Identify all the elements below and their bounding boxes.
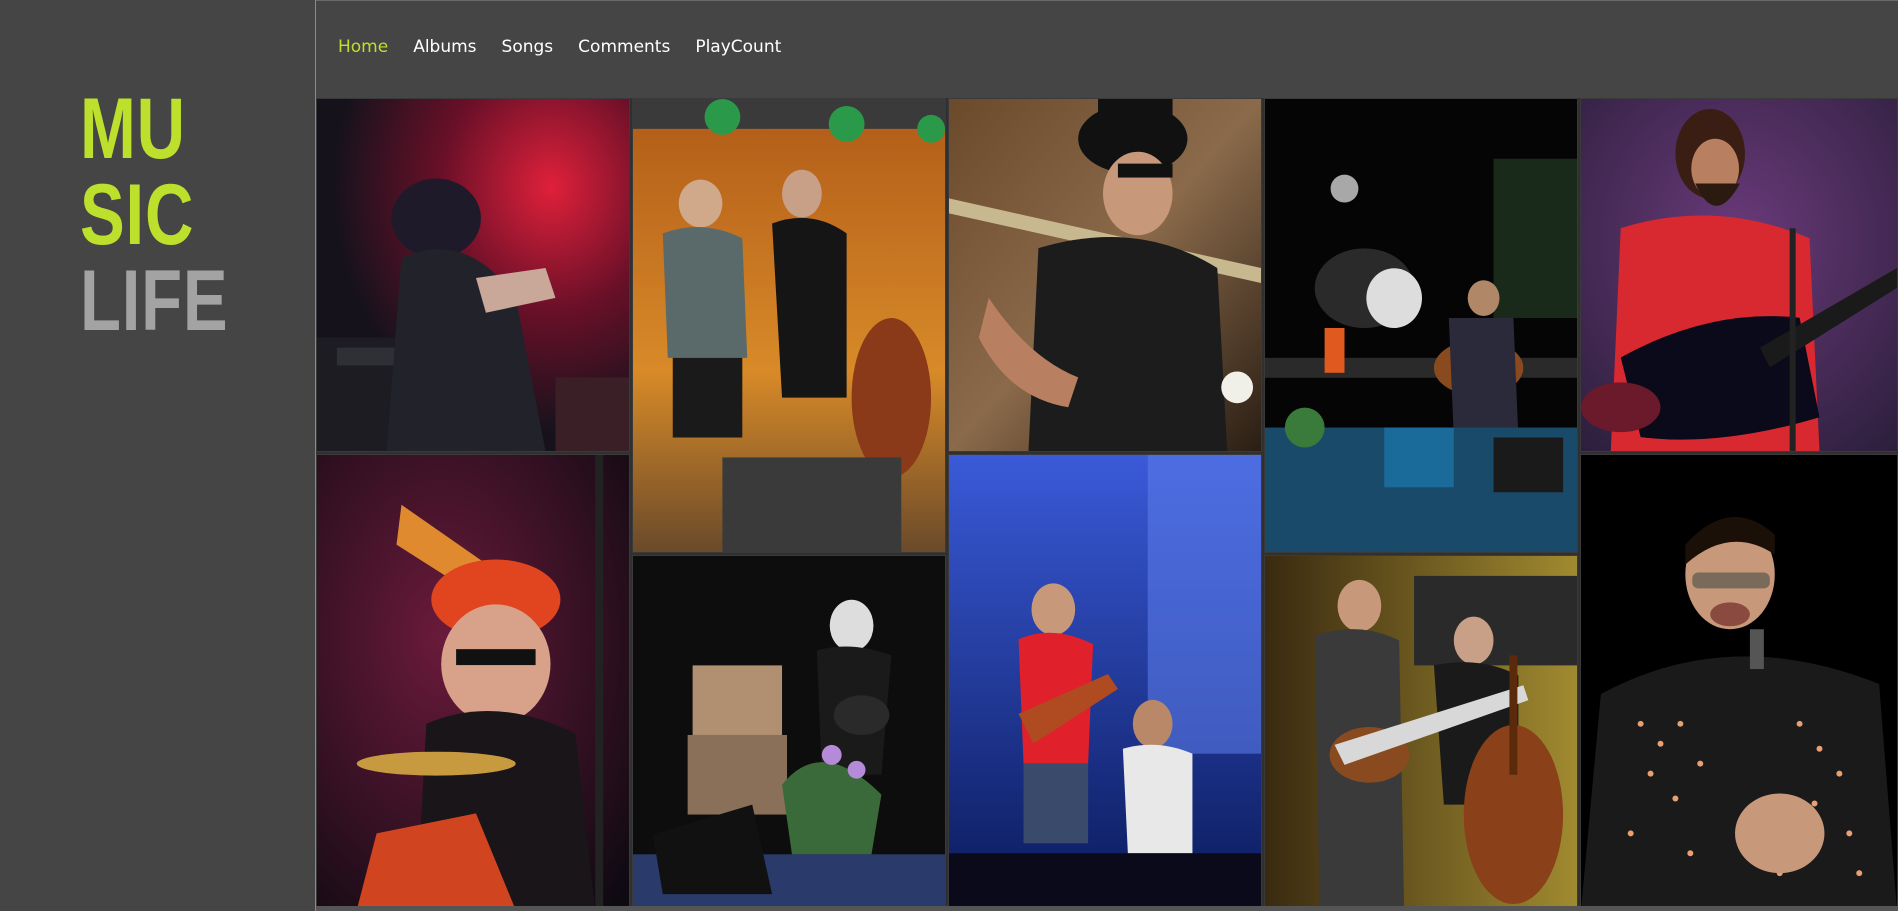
nav-songs-link[interactable]: Songs — [502, 37, 554, 57]
hat-singer-guitar-photo — [949, 99, 1261, 451]
singer-leather-jacket-red-stage-photo — [317, 99, 629, 451]
site-logo[interactable]: MU SIC LIFE — [80, 86, 228, 344]
logo-line-1: MU — [80, 81, 186, 177]
guitarist-white-hair-stage-photo — [633, 556, 945, 910]
nav-comments-link[interactable]: Comments — [578, 37, 670, 57]
gallery-bottom-edge — [316, 906, 1898, 911]
photo-tile-3[interactable] — [948, 98, 1262, 452]
nav-home-link[interactable]: Home — [338, 37, 388, 57]
photo-tile-6[interactable] — [316, 454, 630, 911]
nav-albums-link[interactable]: Albums — [413, 37, 476, 57]
photo-gallery — [316, 98, 1898, 911]
nav-playcount-link[interactable]: PlayCount — [695, 37, 781, 57]
sidebar: MU SIC LIFE — [0, 0, 316, 911]
photo-tile-10[interactable] — [1580, 454, 1898, 911]
red-shirt-guitarist-blue-curtain-photo — [949, 455, 1261, 910]
top-navigation-bar: Home Albums Songs Comments PlayCount — [316, 0, 1898, 98]
guitar-and-double-bass-duo-photo — [1265, 556, 1577, 910]
photo-tile-8[interactable] — [948, 454, 1262, 911]
photo-tile-5[interactable] — [1580, 98, 1898, 452]
photo-tile-9[interactable] — [1264, 555, 1578, 911]
photo-tile-4[interactable] — [1264, 98, 1578, 553]
logo-line-2: SIC — [80, 167, 195, 263]
photo-tile-7[interactable] — [632, 555, 946, 911]
main-nav: Home Albums Songs Comments PlayCount — [338, 37, 806, 57]
logo-line-3: LIFE — [80, 253, 229, 349]
photo-tile-1[interactable] — [316, 98, 630, 452]
band-drums-acoustic-guitar-photo — [1265, 99, 1577, 552]
drummer-orange-hat-photo — [317, 455, 629, 910]
rockabilly-duo-bass-stage-photo — [633, 99, 945, 552]
photo-tile-2[interactable] — [632, 98, 946, 553]
singer-sunglasses-sparkle-jacket-photo — [1581, 455, 1897, 910]
bearded-guitarist-red-shirt-photo — [1581, 99, 1897, 451]
